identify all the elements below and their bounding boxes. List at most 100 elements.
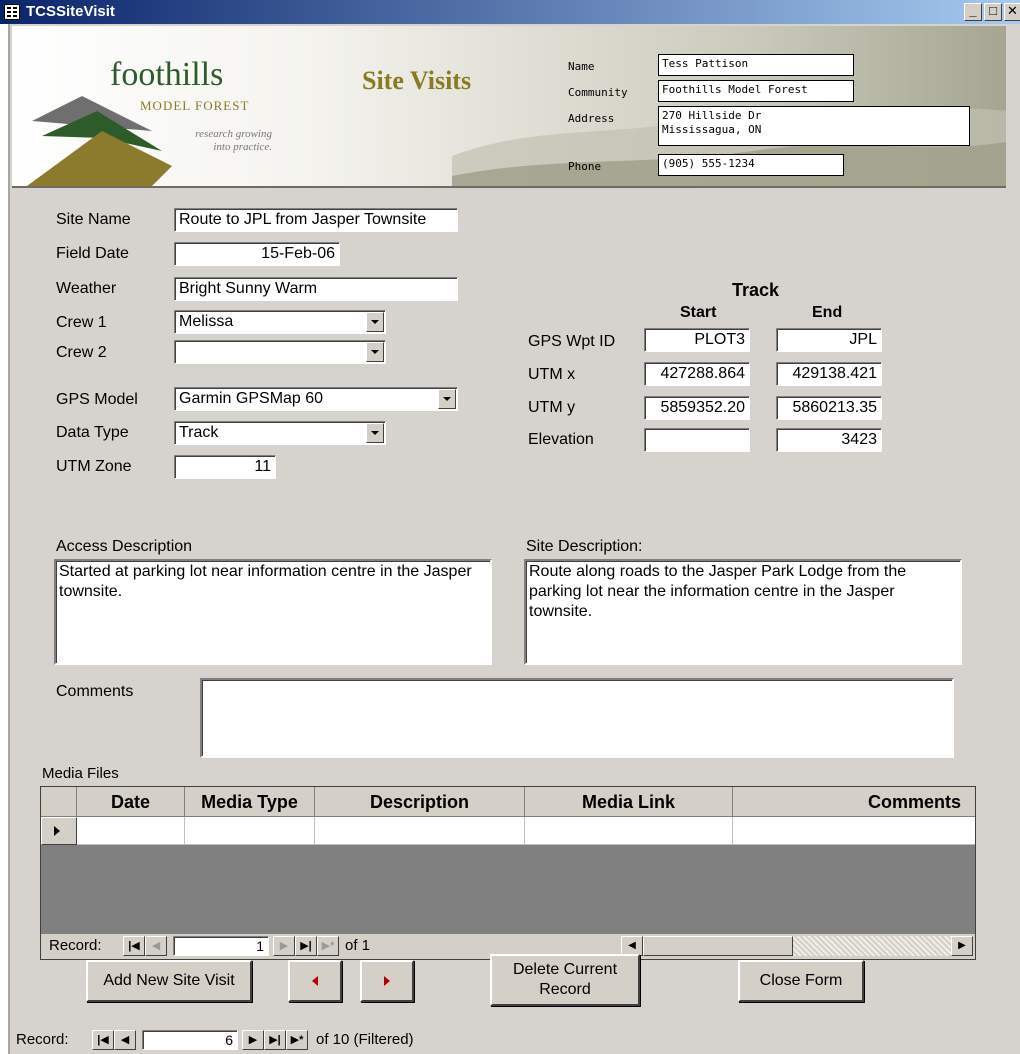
media-last-record-button[interactable]: ▶|	[295, 936, 317, 956]
main-record-label: Record:	[16, 1031, 69, 1048]
foothills-logo: foothills MODEL FOREST research growing …	[22, 46, 302, 186]
next-record-button[interactable]	[360, 960, 414, 1002]
utmy-label: UTM y	[528, 399, 576, 416]
row-selector-header	[41, 787, 77, 817]
utmx-end-field[interactable]: 429138.421	[776, 362, 882, 386]
main-record-navigator: Record: |◀ ◀ 6 ▶ ▶| ▶* of 10 (Filtered)	[10, 1026, 1020, 1054]
community-field[interactable]: Foothills Model Forest	[658, 80, 854, 102]
weather-field[interactable]: Bright Sunny Warm	[174, 277, 458, 301]
crew2-label: Crew 2	[56, 344, 107, 361]
window-titlebar: TCSSiteVisit _ □ ✕	[0, 0, 1020, 24]
media-first-record-button[interactable]: |◀	[123, 936, 145, 956]
name-label: Name	[568, 60, 595, 73]
weather-label: Weather	[56, 280, 117, 297]
main-last-record-button[interactable]: ▶|	[264, 1030, 286, 1050]
site-description-field[interactable]: Route along roads to the Jasper Park Lod…	[524, 559, 962, 665]
field-date-field[interactable]: 15-Feb-06	[174, 242, 340, 266]
gps-model-combo[interactable]: Garmin GPSMap 60	[174, 387, 458, 411]
media-next-record-button[interactable]: ▶	[273, 936, 295, 956]
main-prev-record-button[interactable]: ◀	[114, 1030, 136, 1050]
elevation-start-field[interactable]	[644, 428, 750, 452]
crew1-combo[interactable]: Melissa	[174, 310, 386, 334]
utmy-end-field[interactable]: 5860213.35	[776, 396, 882, 420]
address-label: Address	[568, 112, 615, 125]
gps-wpt-label: GPS Wpt ID	[528, 333, 616, 350]
media-prev-record-button[interactable]: ◀	[145, 936, 167, 956]
minimize-button[interactable]: _	[964, 3, 982, 21]
close-window-button[interactable]: ✕	[1004, 3, 1020, 21]
gps-model-value: Garmin GPSMap 60	[179, 390, 324, 407]
table-row[interactable]	[41, 817, 975, 845]
utm-zone-label: UTM Zone	[56, 458, 132, 475]
cell-media-link[interactable]	[525, 817, 733, 845]
elevation-end-field[interactable]: 3423	[776, 428, 882, 452]
current-row-arrow-icon[interactable]	[41, 817, 77, 845]
delete-current-record-button[interactable]: Delete Current Record	[490, 954, 640, 1006]
header-banner: foothills MODEL FOREST research growing …	[12, 26, 1006, 188]
utmx-start-field[interactable]: 427288.864	[644, 362, 750, 386]
column-header-date[interactable]: Date	[77, 787, 185, 817]
cell-comments[interactable]	[733, 817, 975, 845]
gps-wpt-end-field[interactable]: JPL	[776, 328, 882, 352]
gps-wpt-start-field[interactable]: PLOT3	[644, 328, 750, 352]
maximize-button[interactable]: □	[984, 3, 1002, 21]
media-new-record-button[interactable]: ▶*	[317, 936, 339, 956]
media-record-label: Record:	[49, 937, 102, 954]
utmy-start-field[interactable]: 5859352.20	[644, 396, 750, 420]
data-type-label: Data Type	[56, 424, 129, 441]
name-field[interactable]: Tess Pattison	[658, 54, 854, 76]
column-header-media-link[interactable]: Media Link	[525, 787, 733, 817]
community-label: Community	[568, 86, 628, 99]
previous-record-button[interactable]	[288, 960, 342, 1002]
media-files-subform: Date Media Type Description Media Link C…	[40, 786, 976, 960]
cell-date[interactable]	[77, 817, 185, 845]
gps-model-label: GPS Model	[56, 391, 138, 408]
column-header-media-type[interactable]: Media Type	[185, 787, 315, 817]
phone-field[interactable]: (905) 555-1234	[658, 154, 844, 176]
main-new-record-button[interactable]: ▶*	[286, 1030, 308, 1050]
form-area: foothills MODEL FOREST research growing …	[8, 24, 1020, 1054]
logo-tagline: research growing into practice.	[195, 128, 272, 153]
media-horizontal-scrollbar[interactable]: ◀ ▶	[621, 936, 973, 956]
cell-description[interactable]	[315, 817, 525, 845]
utm-zone-field[interactable]: 11	[174, 455, 276, 479]
main-next-record-button[interactable]: ▶	[242, 1030, 264, 1050]
address-field[interactable]: 270 Hillside Dr Mississagua, ON	[658, 106, 970, 146]
main-record-number-field[interactable]: 6	[142, 1030, 238, 1050]
crew2-combo[interactable]	[174, 340, 386, 364]
start-column-header: Start	[680, 304, 717, 321]
site-description-label: Site Description:	[526, 538, 643, 555]
crew1-dropdown-icon[interactable]	[366, 312, 384, 332]
crew1-label: Crew 1	[56, 314, 107, 331]
crew1-value: Melissa	[179, 313, 234, 330]
scroll-right-icon[interactable]: ▶	[951, 936, 973, 956]
site-name-field[interactable]: Route to JPL from Jasper Townsite	[174, 208, 458, 232]
track-title: Track	[732, 280, 780, 300]
gps-model-dropdown-icon[interactable]	[438, 389, 456, 409]
previous-arrow-icon	[312, 976, 318, 986]
media-record-number-field[interactable]: 1	[173, 936, 269, 956]
scroll-thumb[interactable]	[643, 936, 793, 956]
data-type-value: Track	[179, 424, 219, 441]
next-arrow-icon	[384, 976, 390, 986]
form-icon	[4, 4, 20, 20]
data-type-dropdown-icon[interactable]	[366, 423, 384, 443]
comments-field[interactable]	[200, 678, 954, 758]
media-grid-header: Date Media Type Description Media Link C…	[41, 787, 975, 817]
add-new-site-visit-button[interactable]: Add New Site Visit	[86, 960, 252, 1002]
utmx-label: UTM x	[528, 366, 576, 383]
site-name-label: Site Name	[56, 211, 131, 228]
column-header-description[interactable]: Description	[315, 787, 525, 817]
logo-subtitle: MODEL FOREST	[140, 98, 250, 113]
main-first-record-button[interactable]: |◀	[92, 1030, 114, 1050]
media-files-label: Media Files	[42, 765, 119, 782]
column-header-comments[interactable]: Comments	[733, 787, 975, 817]
elevation-label: Elevation	[528, 431, 594, 448]
cell-media-type[interactable]	[185, 817, 315, 845]
scroll-left-icon[interactable]: ◀	[621, 936, 643, 956]
crew2-dropdown-icon[interactable]	[366, 342, 384, 362]
close-form-button[interactable]: Close Form	[738, 960, 864, 1002]
phone-label: Phone	[568, 160, 602, 173]
data-type-combo[interactable]: Track	[174, 421, 386, 445]
access-description-field[interactable]: Started at parking lot near information …	[54, 559, 492, 665]
